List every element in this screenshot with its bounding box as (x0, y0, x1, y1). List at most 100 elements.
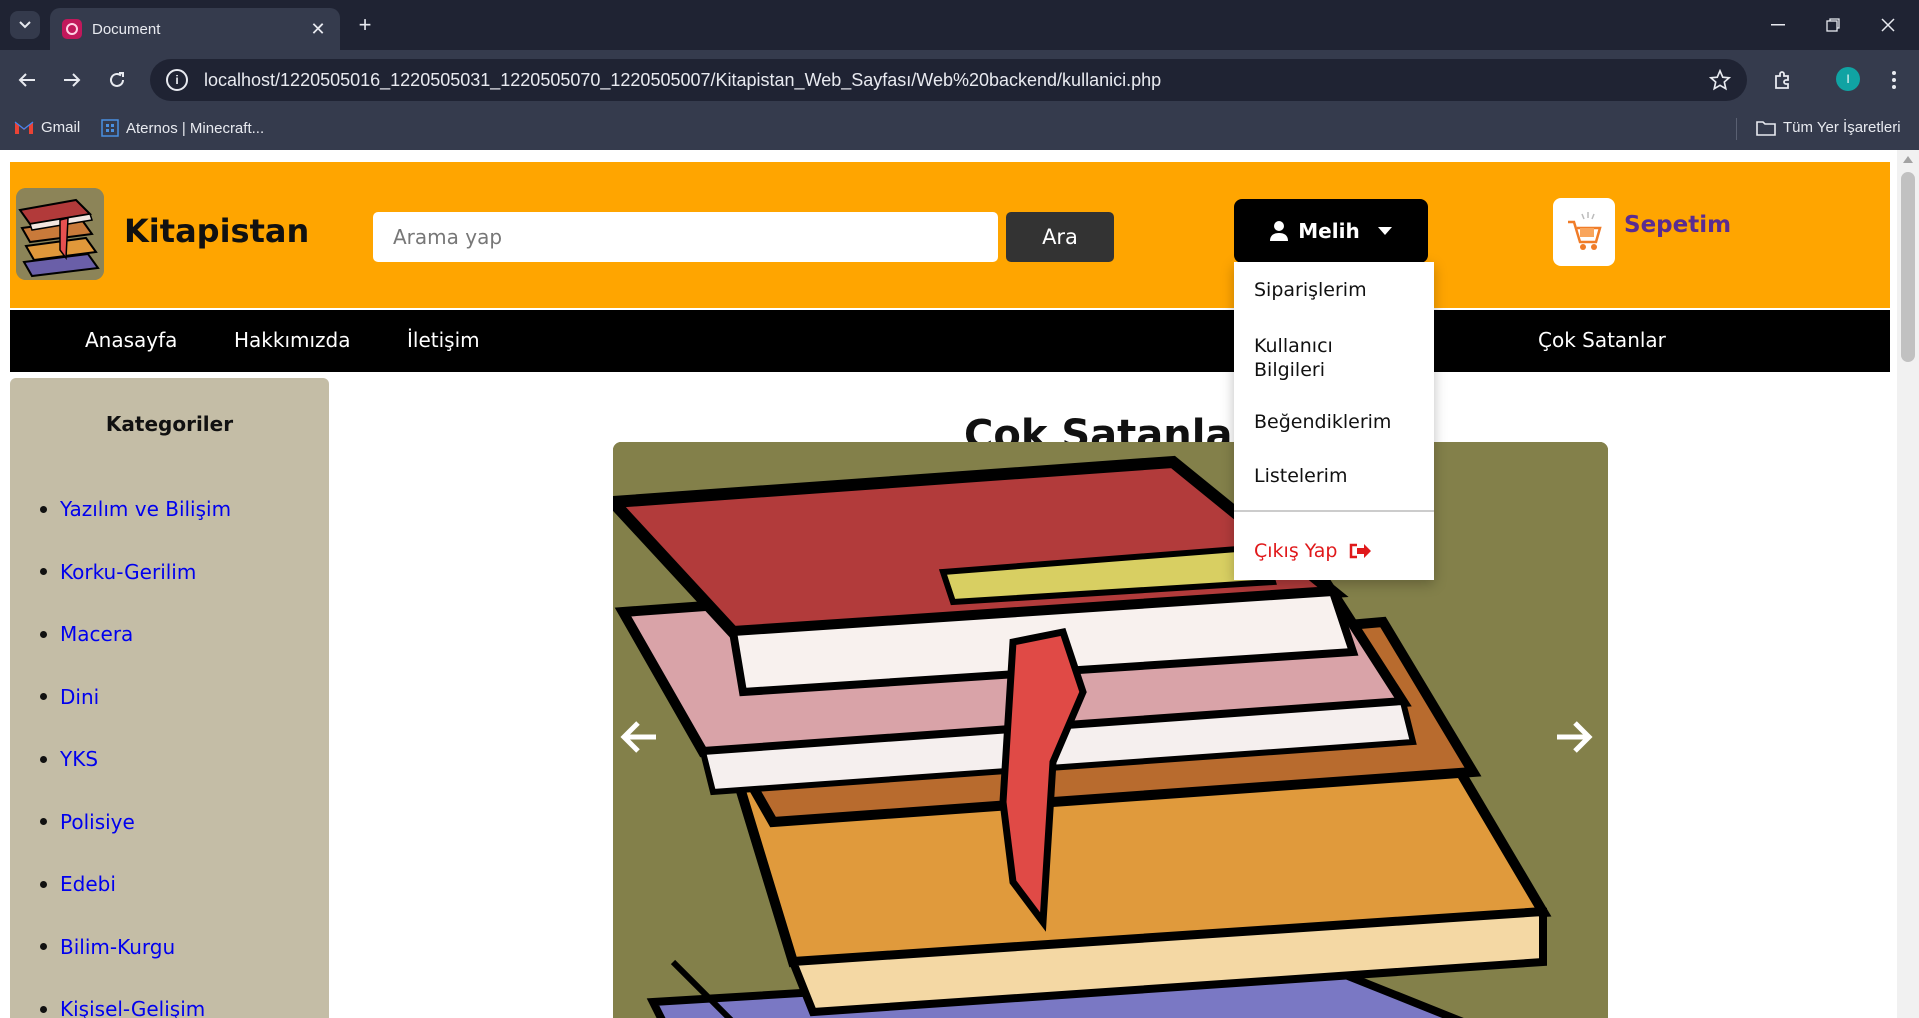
shopping-cart-icon (1568, 212, 1602, 250)
user-menu-button[interactable]: Melih (1234, 199, 1428, 263)
category-link[interactable]: Yazılım ve Bilişim (60, 497, 231, 521)
nav-home[interactable]: Anasayfa (85, 328, 177, 352)
chevron-down-icon (19, 21, 31, 29)
gmail-icon (14, 120, 34, 135)
logout-button[interactable]: Çıkış Yap (1254, 540, 1372, 562)
bookmark-label: Gmail (41, 119, 81, 136)
category-link[interactable]: Dini (60, 685, 99, 709)
bullet-icon (40, 943, 47, 951)
bookmark-aternos[interactable]: Aternos | Minecraft... (101, 119, 264, 137)
scroll-up-icon[interactable] (1903, 156, 1913, 163)
browser-menu-icon[interactable] (1884, 65, 1904, 95)
bullet-icon (40, 818, 47, 826)
category-link[interactable]: YKS (60, 747, 98, 771)
sidebar-title: Kategoriler (105, 412, 234, 436)
user-name: Melih (1298, 219, 1360, 243)
category-item: Bilim-Kurgu (40, 916, 231, 979)
bookmarks-bar: Gmail Aternos | Minecraft... Tüm Yer İşa… (0, 110, 1919, 150)
nav-contact[interactable]: İletişim (407, 328, 480, 352)
bullet-icon (40, 505, 47, 513)
all-bookmarks-button[interactable]: Tüm Yer İşaretleri (1756, 119, 1901, 136)
logo-books-image[interactable] (16, 188, 104, 280)
main-nav: Anasayfa Hakkımızda İletişim Çok Satanla… (10, 310, 1890, 372)
category-item: Dini (40, 666, 231, 729)
category-link[interactable]: Bilim-Kurgu (60, 935, 175, 959)
bookmark-gmail[interactable]: Gmail (14, 119, 80, 136)
books-logo-icon (16, 188, 104, 280)
arrow-right-icon (1557, 721, 1593, 753)
all-bookmarks-label: Tüm Yer İşaretleri (1783, 119, 1901, 136)
reload-icon[interactable] (102, 65, 132, 95)
logout-label: Çıkış Yap (1254, 540, 1338, 562)
close-window-icon[interactable] (1873, 10, 1903, 40)
user-dropdown-menu: Siparişlerim Kullanıcı Bilgileri Beğendi… (1234, 262, 1434, 580)
category-item: Korku-Gerilim (40, 541, 231, 604)
arrow-left-icon (620, 721, 656, 753)
bullet-icon (40, 568, 47, 576)
bookmark-label: Aternos | Minecraft... (126, 119, 265, 137)
bullet-icon (40, 880, 47, 888)
aternos-icon (101, 119, 119, 137)
user-icon (1270, 221, 1289, 241)
extensions-icon[interactable] (1768, 65, 1798, 95)
menu-item-orders[interactable]: Siparişlerim (1254, 278, 1367, 302)
folder-icon (1756, 120, 1776, 136)
category-list: Yazılım ve Bilişim Korku-Gerilim Macera … (40, 478, 231, 1018)
forward-icon[interactable] (57, 65, 87, 95)
category-link[interactable]: Macera (60, 622, 133, 646)
browser-tab-bar: Document ✕ + (0, 0, 1919, 50)
tab-search-button[interactable] (10, 11, 40, 39)
category-link[interactable]: Korku-Gerilim (60, 560, 196, 584)
menu-item-favorites[interactable]: Beğendiklerim (1254, 410, 1391, 434)
restore-icon[interactable] (1818, 10, 1848, 40)
bullet-icon (40, 630, 47, 638)
page-favicon-icon (62, 19, 82, 39)
menu-item-user-info[interactable]: Kullanıcı Bilgileri (1254, 334, 1394, 382)
bullet-icon (40, 693, 47, 701)
bullet-icon (40, 1005, 47, 1013)
caret-down-icon (1377, 227, 1392, 235)
address-bar[interactable]: i localhost/1220505016_1220505031_122050… (150, 59, 1747, 101)
page-scrollbar[interactable] (1897, 150, 1919, 1018)
browser-tab[interactable]: Document ✕ (50, 8, 340, 50)
category-item: YKS (40, 728, 231, 791)
bullet-icon (40, 755, 47, 763)
minimize-icon[interactable] (1763, 10, 1793, 40)
site-brand[interactable]: Kitapistan (124, 212, 309, 250)
site-info-icon[interactable]: i (166, 69, 188, 91)
category-item: Kişisel-Gelişim (40, 978, 231, 1018)
url-text[interactable]: localhost/1220505016_1220505031_12205050… (204, 70, 1161, 91)
cart-link[interactable]: Sepetim (1624, 212, 1731, 238)
back-icon[interactable] (12, 65, 42, 95)
search-button[interactable]: Ara (1006, 212, 1114, 262)
category-sidebar: Kategoriler Yazılım ve Bilişim Korku-Ger… (10, 378, 329, 1018)
category-link[interactable]: Edebi (60, 872, 116, 896)
profile-avatar[interactable]: I (1836, 67, 1860, 91)
search-input[interactable] (373, 212, 998, 262)
slider-next-arrow[interactable] (1550, 712, 1600, 762)
category-item: Macera (40, 603, 231, 666)
sign-out-icon (1349, 543, 1372, 559)
new-tab-button[interactable]: + (352, 12, 378, 38)
bestseller-slider (613, 442, 1608, 1018)
nav-about[interactable]: Hakkımızda (234, 328, 351, 352)
category-item: Yazılım ve Bilişim (40, 478, 231, 541)
category-item: Edebi (40, 853, 231, 916)
bookmarks-divider (1736, 118, 1737, 140)
site-header: Kitapistan Ara Melih Sepetim (10, 162, 1890, 308)
browser-toolbar: i localhost/1220505016_1220505031_122050… (0, 50, 1919, 110)
books-slide-image (613, 442, 1608, 1018)
nav-bestsellers[interactable]: Çok Satanlar (1538, 328, 1666, 352)
tab-title: Document (92, 20, 161, 38)
page-viewport: Kitapistan Ara Melih Sepetim Anasayfa Ha… (0, 150, 1919, 1018)
category-link[interactable]: Polisiye (60, 810, 135, 834)
scroll-thumb[interactable] (1901, 172, 1915, 362)
slider-prev-arrow[interactable] (613, 712, 663, 762)
menu-divider (1234, 510, 1434, 512)
cart-image[interactable] (1553, 198, 1615, 266)
category-link[interactable]: Kişisel-Gelişim (60, 997, 205, 1018)
category-item: Polisiye (40, 791, 231, 854)
menu-item-lists[interactable]: Listelerim (1254, 464, 1347, 488)
bookmark-star-icon[interactable] (1708, 68, 1732, 95)
close-tab-icon[interactable]: ✕ (308, 19, 328, 40)
